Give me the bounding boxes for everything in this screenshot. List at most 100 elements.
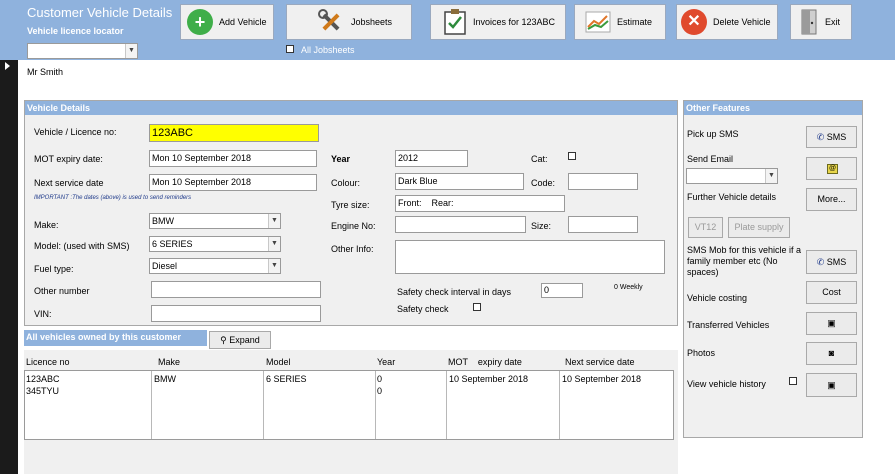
year-field[interactable]: 2012 [395,150,468,167]
code-label: Code: [531,178,556,188]
all-jobsheets-checkbox[interactable] [286,45,294,53]
binoculars-icon: ▣ [827,318,836,328]
transferred-vehicles-button[interactable]: ▣ [806,312,857,335]
other-info-field[interactable] [395,240,665,274]
col-year: Year [377,357,396,367]
vehicle-history-button[interactable]: ▣ [806,373,857,397]
cost-button[interactable]: Cost [806,281,857,304]
col-licence: Licence no [26,357,70,367]
col-make: Make [158,357,181,367]
licence-field[interactable]: 123ABC [149,124,319,142]
vehicle-history-checkbox[interactable] [789,377,797,385]
table-row-model[interactable]: 6 SERIES [266,374,307,384]
column-divider [559,371,560,439]
chevron-down-icon[interactable]: ▼ [765,169,777,183]
safety-check-label: Safety check [397,304,449,314]
door-icon [801,9,817,35]
chevron-down-icon[interactable]: ▼ [268,237,280,251]
chevron-down-icon[interactable]: ▼ [125,44,137,58]
tyre-size-label: Tyre size: [331,200,370,210]
send-email-button[interactable]: @ [806,157,857,180]
jobsheets-button[interactable]: Jobsheets [286,4,412,40]
safety-check-checkbox[interactable] [473,303,481,311]
plus-icon: + [187,9,213,35]
table-row-mot[interactable]: 10 September 2018 [449,374,528,384]
engine-no-label: Engine No: [331,221,376,231]
column-divider [151,371,152,439]
expand-button[interactable]: ⚲ Expand [209,331,271,349]
pickup-sms-button[interactable]: ✆ SMS [806,126,857,148]
tools-icon [318,9,340,31]
delete-vehicle-button[interactable]: ✕ Delete Vehicle [676,4,778,40]
binoculars-icon: ▣ [827,380,836,390]
vehicle-history-label: View vehicle history [687,379,766,389]
licence-locator-label: Vehicle licence locator [27,26,124,36]
colour-code-field[interactable] [568,173,638,190]
chevron-down-icon[interactable]: ▼ [268,214,280,228]
colour-field[interactable]: Dark Blue [395,173,524,190]
close-icon: ✕ [681,9,707,35]
chevron-down-icon[interactable]: ▼ [268,259,280,273]
record-selector-bar [0,60,18,474]
vehicle-details-title: Vehicle Details [25,101,677,115]
page-title: Customer Vehicle Details [27,5,173,20]
other-number-label: Other number [34,286,90,296]
phone-icon: ✆ [816,257,825,267]
model-select[interactable]: 6 SERIES ▼ [149,236,281,252]
tyre-size-field[interactable]: Front: Rear: [395,195,565,212]
licence-label: Vehicle / Licence no: [34,127,117,137]
safety-interval-field[interactable]: 0 [541,283,583,298]
column-divider [375,371,376,439]
invoices-button[interactable]: Invoices for 123ABC [430,4,566,40]
vehicle-costing-label: Vehicle costing [687,293,748,303]
sms-mob-button[interactable]: ✆ SMS [806,250,857,274]
email-icon: @ [827,164,838,174]
mot-label: MOT expiry date: [34,154,103,164]
column-divider [263,371,264,439]
next-service-field[interactable]: Mon 10 September 2018 [149,174,317,191]
fuel-type-select[interactable]: Diesel ▼ [149,258,281,274]
table-row-service[interactable]: 10 September 2018 [562,374,641,384]
send-email-label: Send Email [687,154,734,164]
make-label: Make: [34,220,59,230]
record-pointer-icon [5,62,10,70]
add-vehicle-button[interactable]: + Add Vehicle [180,4,274,40]
further-details-label: Further Vehicle details [687,192,777,202]
table-row-licence[interactable]: 345TYU [26,386,59,396]
estimate-button[interactable]: Estimate [574,4,666,40]
cat-checkbox[interactable] [568,152,576,160]
engine-size-field[interactable] [568,216,638,233]
licence-locator-select[interactable]: ▼ [27,43,138,59]
fuel-type-label: Fuel type: [34,264,74,274]
more-button[interactable]: More... [806,188,857,211]
exit-button[interactable]: Exit [790,4,852,40]
all-jobsheets-label: All Jobsheets [301,45,355,55]
vt12-button[interactable]: VT12 [688,217,723,238]
sms-mob-label: SMS Mob for this vehicle if a family mem… [687,245,802,277]
colour-label: Colour: [331,178,361,188]
photos-button[interactable]: ◙ [806,342,857,365]
mot-expiry-field[interactable]: Mon 10 September 2018 [149,150,317,167]
other-number-field[interactable] [151,281,321,298]
make-select[interactable]: BMW ▼ [149,213,281,229]
col-mot: MOT expiry date [448,357,522,367]
column-divider [446,371,447,439]
table-row-licence[interactable]: 123ABC [26,374,60,384]
plate-supply-button[interactable]: Plate supply [728,217,790,238]
phone-icon: ✆ [816,132,825,142]
pickup-sms-label: Pick up SMS [687,129,739,139]
chart-line-icon [585,11,611,33]
engine-no-field[interactable] [395,216,526,233]
weekly-label: 0 Weekly [614,284,643,291]
engine-size-label: Size: [531,221,552,231]
next-service-label: Next service date [34,178,104,188]
other-info-label: Other Info: [331,244,374,254]
table-row-make[interactable]: BMW [154,374,176,384]
table-row-year[interactable]: 0 [377,374,382,384]
send-email-select[interactable]: ▼ [686,168,778,184]
transferred-vehicles-label: Transferred Vehicles [687,320,770,330]
camera-icon: ◙ [828,348,835,358]
vin-field[interactable] [151,305,321,322]
table-row-year[interactable]: 0 [377,386,382,396]
col-model: Model [266,357,291,367]
